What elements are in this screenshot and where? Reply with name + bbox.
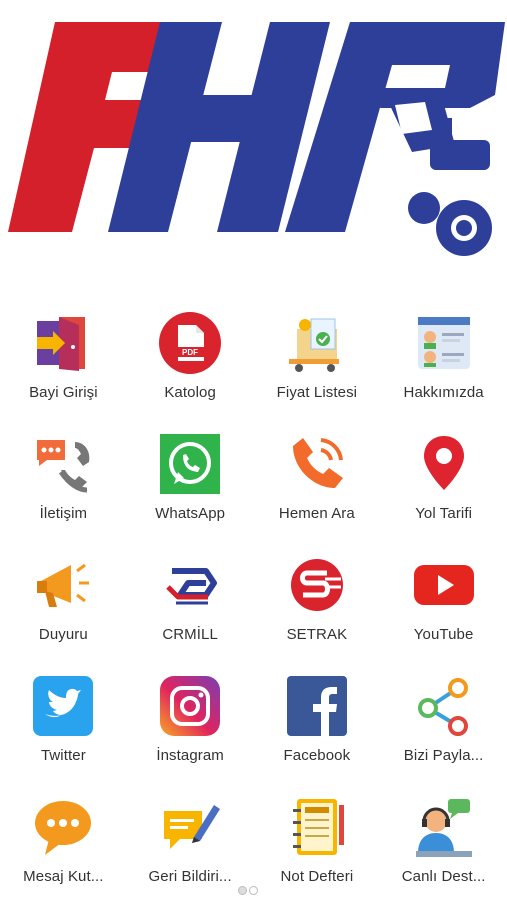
tile-label: SETRAK bbox=[286, 626, 348, 643]
instagram-icon bbox=[157, 673, 223, 739]
svg-text:PDF: PDF bbox=[182, 348, 198, 357]
logo-letter-h-bar bbox=[176, 95, 305, 142]
tile-iletisim[interactable]: İletişim bbox=[0, 431, 127, 552]
tile-label: Facebook bbox=[283, 747, 351, 764]
youtube-icon bbox=[411, 552, 477, 618]
tile-label: Bizi Payla... bbox=[403, 747, 484, 764]
tile-fiyat-listesi[interactable]: Fiyat Listesi bbox=[254, 310, 381, 431]
tile-label: CRMİLL bbox=[162, 626, 218, 643]
tile-geri-bildirim[interactable]: Geri Bildiri... bbox=[127, 794, 254, 915]
price-cart-icon bbox=[284, 310, 350, 376]
twitter-icon bbox=[30, 673, 96, 739]
tile-facebook[interactable]: Facebook bbox=[254, 673, 381, 794]
tile-katolog[interactable]: PDF Katolog bbox=[127, 310, 254, 431]
setrak-logo-icon bbox=[284, 552, 350, 618]
page-dot-2[interactable] bbox=[249, 886, 258, 895]
tile-not-defteri[interactable]: Not Defteri bbox=[254, 794, 381, 915]
page-dot-1[interactable] bbox=[238, 886, 247, 895]
tile-label: Yol Tarifi bbox=[415, 505, 473, 522]
message-bubble-icon bbox=[30, 794, 96, 860]
whatsapp-icon bbox=[157, 431, 223, 497]
tile-label: Canlı Dest... bbox=[401, 868, 486, 885]
tile-yol-tarifi[interactable]: Yol Tarifi bbox=[380, 431, 507, 552]
crmill-logo-icon bbox=[157, 552, 223, 618]
tile-setrak[interactable]: SETRAK bbox=[254, 552, 381, 673]
tile-label: Mesaj Kut... bbox=[23, 868, 104, 885]
app-grid: Bayi Girişi PDF Katolog Fiyat Listesi Ha… bbox=[0, 310, 507, 915]
tile-label: Not Defteri bbox=[280, 868, 354, 885]
tile-mesaj-kutusu[interactable]: Mesaj Kut... bbox=[0, 794, 127, 915]
logo-tractor bbox=[385, 90, 492, 256]
tile-whatsapp[interactable]: WhatsApp bbox=[127, 431, 254, 552]
tile-label: Katolog bbox=[164, 384, 216, 401]
tile-youtube[interactable]: YouTube bbox=[380, 552, 507, 673]
tile-label: Fiyat Listesi bbox=[276, 384, 358, 401]
megaphone-icon bbox=[30, 552, 96, 618]
tile-crmill[interactable]: CRMİLL bbox=[127, 552, 254, 673]
tile-hakkimizda[interactable]: Hakkımızda bbox=[380, 310, 507, 431]
share-icon bbox=[411, 673, 477, 739]
tile-twitter[interactable]: Twitter bbox=[0, 673, 127, 794]
tile-canli-destek[interactable]: Canlı Dest... bbox=[380, 794, 507, 915]
tile-hemen-ara[interactable]: Hemen Ara bbox=[254, 431, 381, 552]
tile-label: Twitter bbox=[40, 747, 86, 764]
tile-label: WhatsApp bbox=[155, 505, 226, 522]
contact-phone-chat-icon bbox=[30, 431, 96, 497]
tile-label: Hemen Ara bbox=[278, 505, 355, 522]
call-phone-icon bbox=[284, 431, 350, 497]
tile-bizi-paylas[interactable]: Bizi Payla... bbox=[380, 673, 507, 794]
tile-label: İletişim bbox=[39, 505, 88, 522]
tile-bayi-girisi[interactable]: Bayi Girişi bbox=[0, 310, 127, 431]
feedback-pen-icon bbox=[157, 794, 223, 860]
map-pin-icon bbox=[411, 431, 477, 497]
page-indicator bbox=[238, 886, 258, 895]
facebook-icon bbox=[284, 673, 350, 739]
tile-label: Hakkımızda bbox=[403, 384, 484, 401]
tile-label: Duyuru bbox=[38, 626, 88, 643]
tile-label: YouTube bbox=[413, 626, 474, 643]
tile-duyuru[interactable]: Duyuru bbox=[0, 552, 127, 673]
pdf-icon: PDF bbox=[157, 310, 223, 376]
about-profile-icon bbox=[411, 310, 477, 376]
fhr-logo bbox=[8, 22, 505, 256]
login-door-icon bbox=[30, 310, 96, 376]
tile-label: Bayi Girişi bbox=[29, 384, 98, 401]
notebook-icon bbox=[284, 794, 350, 860]
tile-label: İnstagram bbox=[156, 747, 224, 764]
tile-label: Geri Bildiri... bbox=[148, 868, 232, 885]
tile-instagram[interactable]: İnstagram bbox=[127, 673, 254, 794]
live-support-icon bbox=[411, 794, 477, 860]
